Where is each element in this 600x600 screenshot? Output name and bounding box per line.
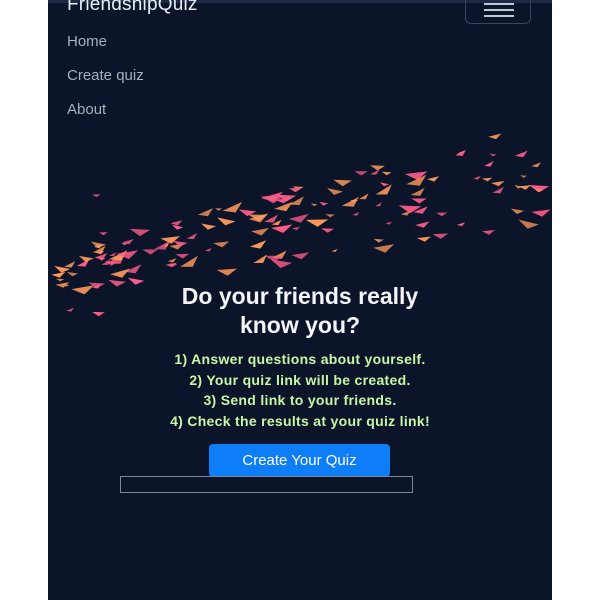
nav-link-create-quiz[interactable]: Create quiz: [67, 67, 144, 84]
paper-bird-shape: [251, 228, 269, 236]
hero-title-line-1: Do your friends really: [181, 283, 419, 309]
paper-bird-shape: [214, 208, 223, 211]
paper-bird-shape: [531, 162, 541, 168]
paper-bird-shape: [404, 171, 428, 180]
paper-bird-shape: [358, 193, 369, 200]
paper-bird-shape: [204, 248, 212, 252]
paper-bird-shape: [352, 212, 360, 216]
paper-bird-shape: [415, 221, 430, 228]
paper-bird-shape: [271, 224, 293, 233]
paper-bird-shape: [482, 229, 495, 235]
paper-bird-shape: [142, 249, 159, 255]
paper-bird-shape: [373, 238, 384, 243]
create-your-quiz-button[interactable]: Create Your Quiz: [209, 444, 390, 477]
instructions-list: 1) Answer questions about yourself. 2) Y…: [48, 349, 552, 431]
instruction-step-3: 3) Send link to your friends.: [203, 392, 397, 408]
instruction-step-4: 4) Check the results at your quiz link!: [170, 412, 430, 429]
paper-bird-shape: [201, 223, 217, 230]
paper-bird-shape: [67, 272, 79, 277]
paper-bird-shape: [291, 226, 301, 231]
brand-logo-text[interactable]: FriendshipQuiz: [67, 0, 198, 16]
paper-bird-shape: [488, 133, 502, 140]
paper-bird-shape: [489, 153, 497, 157]
paper-bird-shape: [417, 236, 431, 242]
paper-bird-shape: [289, 188, 302, 193]
paper-bird-shape: [197, 208, 214, 217]
paper-bird-shape: [510, 208, 525, 215]
instruction-step-2: 2) Your quiz link will be created.: [189, 371, 411, 388]
paper-bird-shape: [375, 202, 382, 207]
paper-bird-shape: [253, 254, 267, 263]
paper-bird-shape: [321, 228, 335, 233]
paper-bird-shape: [385, 221, 392, 225]
paper-bird-shape: [110, 268, 130, 278]
paper-bird-shape: [514, 150, 528, 158]
paper-bird-shape: [411, 198, 427, 204]
paper-bird-shape: [379, 182, 389, 187]
instruction-step-1: 1) Answer questions about yourself.: [174, 351, 426, 367]
paper-bird-shape: [264, 214, 278, 223]
paper-bird-shape: [97, 258, 106, 261]
menu-toggle-button[interactable]: [465, 0, 531, 24]
paper-bird-shape: [310, 203, 318, 207]
paper-bird-shape: [78, 255, 94, 262]
paper-bird-shape: [491, 180, 505, 187]
empty-placeholder-box: [120, 476, 413, 493]
paper-bird-shape: [518, 219, 539, 229]
paper-bird-shape: [175, 253, 190, 259]
paper-bird-shape: [64, 261, 76, 268]
paper-bird-shape: [186, 233, 198, 240]
paper-bird-shape: [327, 188, 343, 195]
paper-bird-shape: [213, 241, 230, 248]
paper-bird-shape: [432, 233, 449, 239]
paper-bird-shape: [381, 171, 392, 176]
paper-bird-shape: [249, 240, 267, 249]
hero-title-line-2: know you?: [239, 312, 361, 338]
paper-bird-shape: [331, 248, 338, 252]
paper-bird-shape: [473, 175, 481, 180]
paper-bird-shape: [222, 201, 243, 213]
hero-title: Do your friends really know you?: [48, 282, 552, 340]
paper-bird-shape: [305, 219, 329, 227]
paper-bird-shape: [520, 175, 528, 178]
paper-bird-shape: [455, 149, 467, 156]
paper-bird-shape: [264, 255, 284, 262]
paper-bird-shape: [492, 186, 504, 194]
nav-link-about[interactable]: About: [67, 101, 106, 118]
paper-bird-shape: [531, 209, 551, 217]
paper-bird-shape: [410, 187, 425, 196]
paper-bird-shape: [370, 169, 380, 175]
paper-bird-shape: [319, 202, 329, 206]
paper-bird-shape: [92, 194, 101, 198]
nav-link-home[interactable]: Home: [67, 33, 107, 50]
paper-bird-shape: [99, 232, 108, 236]
paper-bird-shape: [51, 272, 66, 278]
paper-bird-shape: [325, 214, 335, 218]
paper-bird-shape: [484, 161, 494, 167]
paper-bird-shape: [109, 252, 117, 257]
paper-bird-shape: [333, 179, 352, 187]
paper-bird-shape: [216, 268, 237, 276]
paper-bird-shape: [427, 176, 440, 182]
paper-bird-shape: [341, 196, 359, 207]
paper-bird-shape: [436, 212, 448, 217]
paper-bird-shape: [456, 222, 466, 227]
paper-bird-shape: [514, 185, 523, 189]
paper-bird-shape: [373, 244, 395, 253]
paper-bird-shape: [370, 165, 385, 171]
paper-bird-shape: [167, 258, 177, 263]
paper-bird-shape: [288, 213, 309, 223]
paper-bird-shape: [129, 228, 151, 237]
app-viewport: FriendshipQuiz Home Create quiz About Do…: [48, 0, 552, 600]
paper-bird-shape: [354, 171, 368, 176]
paper-bird-shape: [481, 177, 493, 182]
paper-bird-shape: [217, 217, 236, 226]
paper-bird-shape: [56, 278, 65, 282]
paper-bird-shape: [291, 252, 310, 260]
